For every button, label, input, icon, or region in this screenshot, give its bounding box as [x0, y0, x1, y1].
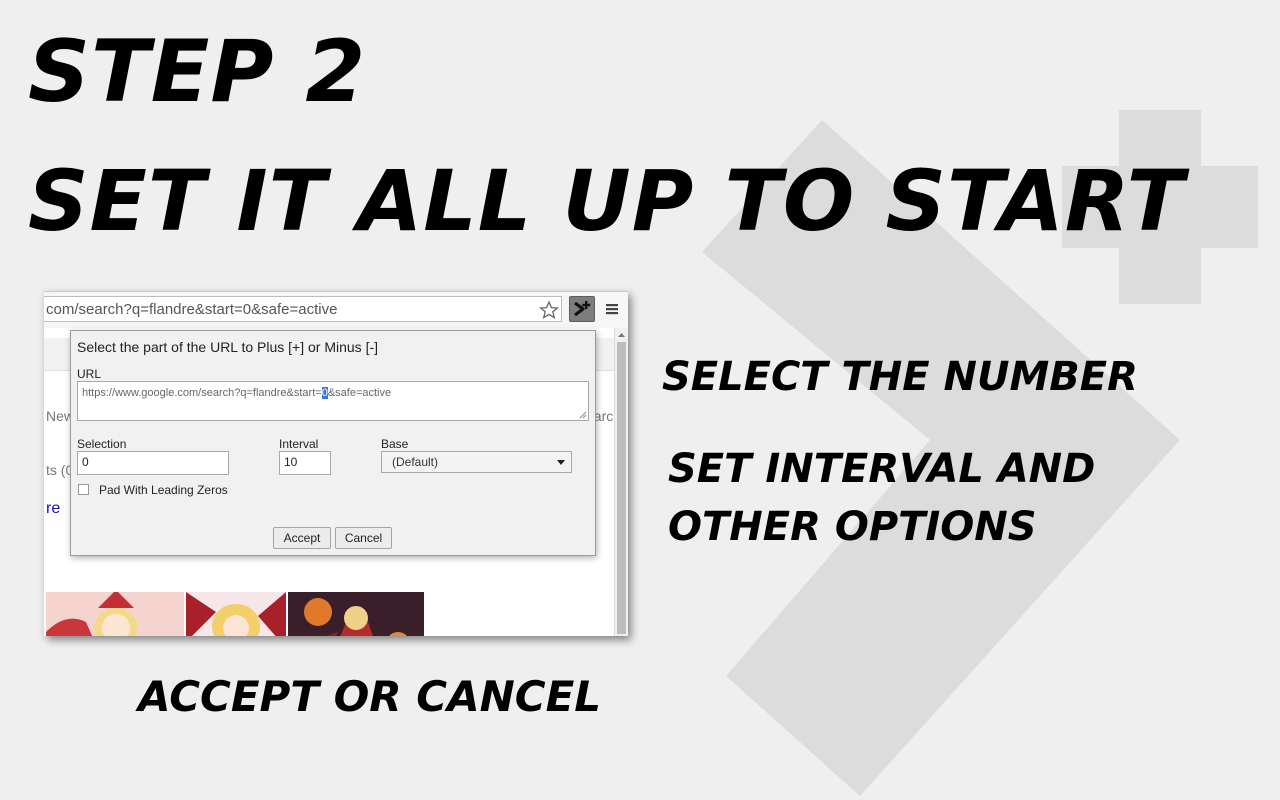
pad-zeros-label: Pad With Leading Zeros	[99, 483, 228, 497]
plus-minus-dialog: Select the part of the URL to Plus [+] o…	[70, 330, 596, 556]
url-textarea[interactable]: https://www.google.com/search?q=flandre&…	[77, 381, 589, 421]
resize-grip-icon[interactable]	[579, 411, 587, 419]
chevron-down-icon	[557, 460, 565, 465]
selection-label: Selection	[77, 437, 127, 451]
interval-caption-line2: OTHER OPTIONS	[668, 504, 1037, 550]
scroll-up-icon[interactable]	[615, 330, 628, 340]
image-thumbnail-3[interactable]	[288, 592, 424, 636]
url-text-after: &safe=active	[327, 387, 392, 399]
scrollbar[interactable]	[614, 328, 628, 636]
step-heading: STEP 2	[28, 22, 367, 122]
url-text-before: https://www.google.com/search?q=flandre&…	[82, 387, 322, 399]
cancel-button[interactable]: Cancel	[335, 527, 392, 549]
interval-input[interactable]: 10	[279, 451, 331, 475]
base-label: Base	[381, 437, 409, 451]
image-thumbnail-2[interactable]	[186, 592, 286, 636]
base-selected-value: (Default)	[392, 455, 439, 469]
address-bar[interactable]: com/search?q=flandre&start=0&safe=active	[44, 296, 562, 322]
extension-plus-minus-icon	[574, 301, 591, 317]
star-icon[interactable]	[538, 297, 560, 322]
interval-caption: SET INTERVAL AND OTHER OPTIONS	[668, 440, 1095, 556]
url-label: URL	[77, 367, 102, 381]
interval-label: Interval	[279, 437, 319, 451]
pad-zeros-checkbox[interactable]	[78, 484, 89, 495]
dialog-title: Select the part of the URL to Plus [+] o…	[77, 339, 379, 355]
page-fragment-link[interactable]: re	[46, 500, 60, 518]
browser-window: com/search?q=flandre&start=0&safe=active…	[44, 291, 628, 636]
selection-input[interactable]: 0	[77, 451, 229, 475]
accept-cancel-caption: ACCEPT OR CANCEL	[138, 672, 602, 721]
interval-caption-line1: SET INTERVAL AND	[668, 446, 1096, 492]
base-select[interactable]: (Default)	[381, 451, 572, 473]
address-text: com/search?q=flandre&start=0&safe=active	[46, 301, 338, 318]
menu-icon[interactable]	[604, 301, 620, 317]
select-number-caption: SELECT THE NUMBER	[662, 354, 1138, 400]
setup-heading: SET IT ALL UP TO START	[28, 152, 1185, 250]
accept-button[interactable]: Accept	[273, 527, 331, 549]
scrollbar-thumb[interactable]	[617, 342, 626, 634]
extension-button[interactable]	[569, 296, 595, 322]
image-thumbnail-1[interactable]	[46, 592, 184, 636]
